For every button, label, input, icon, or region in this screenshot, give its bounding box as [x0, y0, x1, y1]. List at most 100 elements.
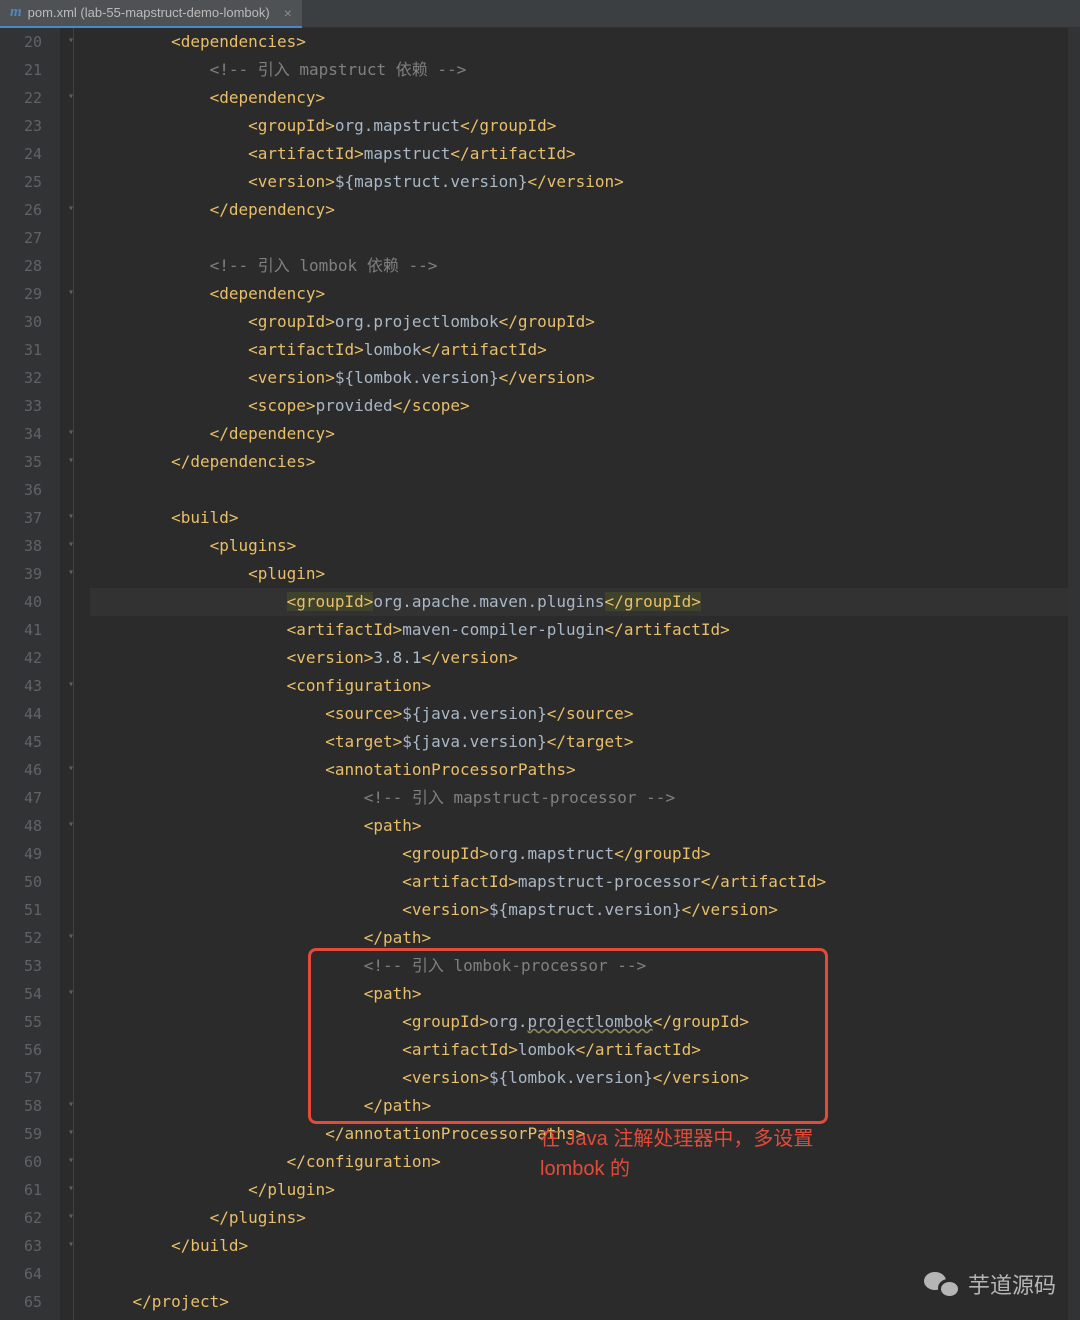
line-number: 64 [0, 1260, 42, 1288]
editor[interactable]: 2021222324252627282930313233343536373839… [0, 28, 1080, 1320]
line-number: 35 [0, 448, 42, 476]
code-line[interactable] [90, 224, 1080, 252]
code-line[interactable]: <scope>provided</scope> [90, 392, 1080, 420]
annotation-text: 在 Java 注解处理器中，多设置 lombok 的 [540, 1124, 813, 1184]
line-number: 57 [0, 1064, 42, 1092]
code-line[interactable]: <target>${java.version}</target> [90, 728, 1080, 756]
code-line[interactable]: </dependency> [90, 420, 1080, 448]
code-line[interactable]: <build> [90, 504, 1080, 532]
editor-tab[interactable]: m pom.xml (lab-55-mapstruct-demo-lombok)… [0, 0, 302, 28]
code-line[interactable]: <dependencies> [90, 28, 1080, 56]
fold-toggle[interactable]: ▾ [68, 1127, 74, 1138]
line-number: 50 [0, 868, 42, 896]
code-line[interactable]: <groupId>org.projectlombok</groupId> [90, 308, 1080, 336]
fold-toggle[interactable]: ▾ [68, 287, 74, 298]
wechat-icon [924, 1270, 958, 1298]
code-line[interactable]: <!-- 引入 lombok-processor --> [90, 952, 1080, 980]
code-line[interactable]: <plugins> [90, 532, 1080, 560]
code-line[interactable]: <version>${mapstruct.version}</version> [90, 168, 1080, 196]
line-number: 37 [0, 504, 42, 532]
code-line[interactable]: </dependencies> [90, 448, 1080, 476]
fold-toggle[interactable]: ▾ [68, 819, 74, 830]
line-number: 46 [0, 756, 42, 784]
fold-toggle[interactable]: ▾ [68, 427, 74, 438]
code-line[interactable]: <path> [90, 980, 1080, 1008]
fold-toggle[interactable]: ▾ [68, 931, 74, 942]
code-line[interactable]: <groupId>org.projectlombok</groupId> [90, 1008, 1080, 1036]
fold-toggle[interactable]: ▾ [68, 203, 74, 214]
code-line[interactable]: <plugin> [90, 560, 1080, 588]
code-line[interactable]: </path> [90, 1092, 1080, 1120]
line-number: 38 [0, 532, 42, 560]
line-number: 58 [0, 1092, 42, 1120]
code-line[interactable]: <groupId>org.mapstruct</groupId> [90, 112, 1080, 140]
line-number: 54 [0, 980, 42, 1008]
line-gutter: 2021222324252627282930313233343536373839… [0, 28, 60, 1320]
watermark-text: 芋道源码 [968, 1268, 1056, 1300]
code-line[interactable]: <source>${java.version}</source> [90, 700, 1080, 728]
fold-toggle[interactable]: ▾ [68, 987, 74, 998]
line-number: 24 [0, 140, 42, 168]
code-line[interactable]: <groupId>org.apache.maven.plugins</group… [90, 588, 1080, 616]
fold-toggle[interactable]: ▾ [68, 1155, 74, 1166]
fold-toggle[interactable]: ▾ [68, 763, 74, 774]
code-line[interactable]: <version>${lombok.version}</version> [90, 1064, 1080, 1092]
line-number: 61 [0, 1176, 42, 1204]
code-area[interactable]: <dependencies> <!-- 引入 mapstruct 依赖 --> … [90, 28, 1080, 1320]
line-number: 22 [0, 84, 42, 112]
fold-toggle[interactable]: ▾ [68, 1211, 74, 1222]
line-number: 51 [0, 896, 42, 924]
line-number: 55 [0, 1008, 42, 1036]
tab-title: pom.xml (lab-55-mapstruct-demo-lombok) [28, 5, 270, 20]
code-line[interactable]: <path> [90, 812, 1080, 840]
code-line[interactable]: <artifactId>lombok</artifactId> [90, 1036, 1080, 1064]
fold-toggle[interactable]: ▾ [68, 1099, 74, 1110]
code-line[interactable]: </plugins> [90, 1204, 1080, 1232]
code-line[interactable]: <!-- 引入 mapstruct 依赖 --> [90, 56, 1080, 84]
fold-toggle[interactable]: ▾ [68, 91, 74, 102]
line-number: 31 [0, 336, 42, 364]
code-line[interactable]: </path> [90, 924, 1080, 952]
code-line[interactable]: <!-- 引入 lombok 依赖 --> [90, 252, 1080, 280]
code-line[interactable]: <!-- 引入 mapstruct-processor --> [90, 784, 1080, 812]
code-line[interactable]: <dependency> [90, 84, 1080, 112]
code-line[interactable]: </build> [90, 1232, 1080, 1260]
code-line[interactable]: <version>${mapstruct.version}</version> [90, 896, 1080, 924]
code-line[interactable]: <annotationProcessorPaths> [90, 756, 1080, 784]
line-number: 44 [0, 700, 42, 728]
line-number: 36 [0, 476, 42, 504]
code-line[interactable] [90, 476, 1080, 504]
error-stripe [1068, 28, 1080, 1320]
line-number: 48 [0, 812, 42, 840]
fold-toggle[interactable]: ▾ [68, 1239, 74, 1250]
code-line[interactable]: <configuration> [90, 672, 1080, 700]
line-number: 42 [0, 644, 42, 672]
fold-toggle[interactable]: ▾ [68, 679, 74, 690]
fold-toggle[interactable]: ▾ [68, 567, 74, 578]
line-number: 39 [0, 560, 42, 588]
code-line[interactable]: <artifactId>mapstruct-processor</artifac… [90, 868, 1080, 896]
line-number: 21 [0, 56, 42, 84]
code-line[interactable]: <groupId>org.mapstruct</groupId> [90, 840, 1080, 868]
fold-toggle[interactable]: ▾ [68, 1183, 74, 1194]
code-line[interactable]: <version>3.8.1</version> [90, 644, 1080, 672]
code-line[interactable]: <artifactId>maven-compiler-plugin</artif… [90, 616, 1080, 644]
code-line[interactable]: <artifactId>lombok</artifactId> [90, 336, 1080, 364]
line-number: 63 [0, 1232, 42, 1260]
code-line[interactable]: <dependency> [90, 280, 1080, 308]
code-line[interactable]: <artifactId>mapstruct</artifactId> [90, 140, 1080, 168]
line-number: 26 [0, 196, 42, 224]
line-number: 34 [0, 420, 42, 448]
line-number: 23 [0, 112, 42, 140]
code-line[interactable]: <version>${lombok.version}</version> [90, 364, 1080, 392]
line-number: 20 [0, 28, 42, 56]
line-number: 30 [0, 308, 42, 336]
close-icon[interactable]: × [284, 5, 292, 21]
fold-toggle[interactable]: ▾ [68, 539, 74, 550]
fold-toggle[interactable]: ▾ [68, 35, 74, 46]
fold-toggle[interactable]: ▾ [68, 511, 74, 522]
code-line[interactable]: </dependency> [90, 196, 1080, 224]
fold-toggle[interactable]: ▾ [68, 455, 74, 466]
line-number: 29 [0, 280, 42, 308]
tab-bar: m pom.xml (lab-55-mapstruct-demo-lombok)… [0, 0, 1080, 28]
